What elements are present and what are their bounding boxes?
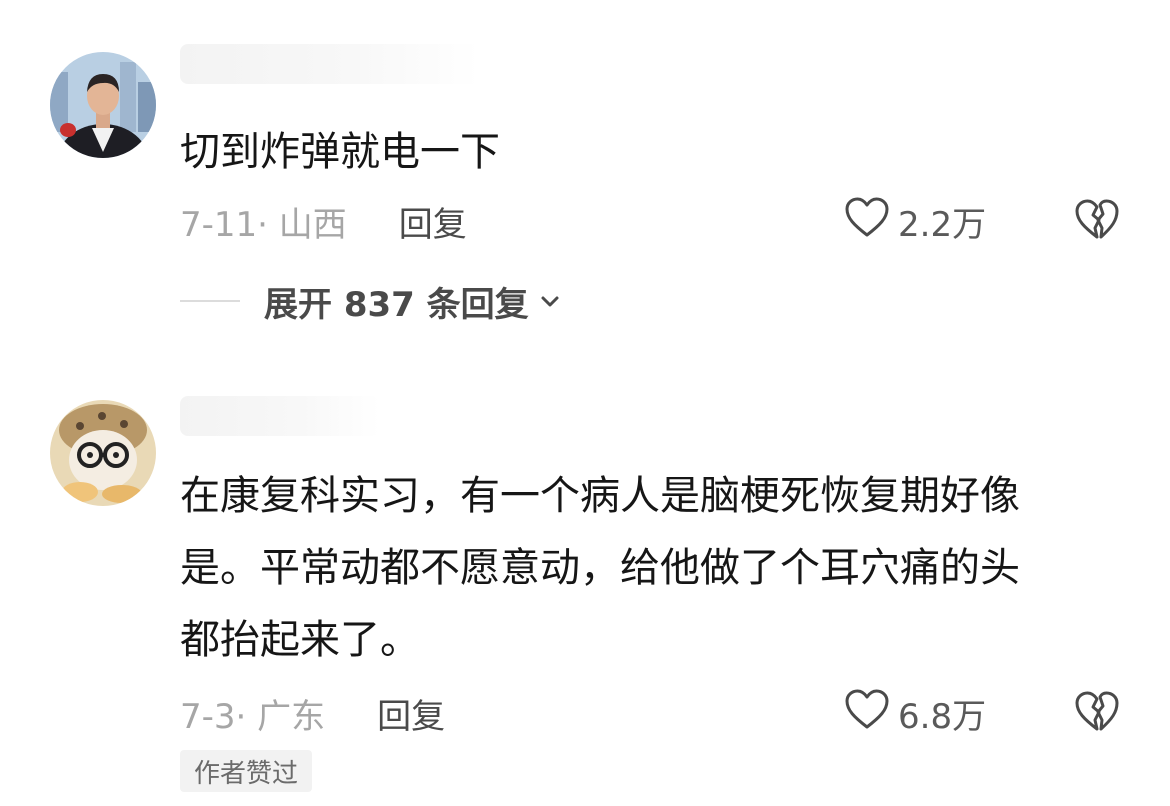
broken-heart-icon [1074,690,1120,736]
comment-item: 切到炸弹就电一下 7-11· 山西 回复 2.2万 展开 837 条回复 [0,0,1170,360]
avatar[interactable] [50,52,156,158]
dislike-button[interactable] [1072,688,1122,738]
divider [180,300,240,302]
comment-text: 在康复科实习，有一个病人是脑梗死恢复期好像 是。平常动都不愿意动，给他做了个耳穴… [180,473,1020,663]
comment-meta: 7-11· 山西 回复 [180,196,467,246]
reply-button[interactable]: 回复 [377,689,445,738]
avatar[interactable] [50,400,156,506]
date-location: 7-11· 山西 [180,204,347,245]
dislike-button[interactable] [1072,196,1122,246]
like-button[interactable]: 6.8万 [844,688,986,738]
chevron-down-icon [537,288,563,314]
heart-outline-icon [844,688,890,739]
comment-text: 切到炸弹就电一下 [180,129,500,175]
comment-meta: 7-3· 广东 回复 [180,688,445,738]
username-redacted[interactable] [180,396,380,436]
comment-item: 在康复科实习，有一个病人是脑梗死恢复期好像 是。平常动都不愿意动，给他做了个耳穴… [0,380,1170,806]
expand-replies-label: 展开 837 条回复 [264,284,529,325]
expand-replies-button[interactable]: 展开 837 条回复 [180,276,563,326]
man-in-suit-avatar-icon [50,52,156,158]
broken-heart-icon [1074,198,1120,244]
like-count: 6.8万 [898,696,987,737]
heart-outline-icon [844,196,890,247]
like-count: 2.2万 [898,204,987,245]
comment-list: 切到炸弹就电一下 7-11· 山西 回复 2.2万 展开 837 条回复 在康复… [0,0,1170,806]
cartoon-glasses-avatar-icon [50,400,156,506]
reply-button[interactable]: 回复 [399,197,467,246]
like-button[interactable]: 2.2万 [844,196,986,246]
author-liked-badge: 作者赞过 [180,750,313,792]
username-redacted[interactable] [180,44,480,84]
date-location: 7-3· 广东 [180,696,326,737]
